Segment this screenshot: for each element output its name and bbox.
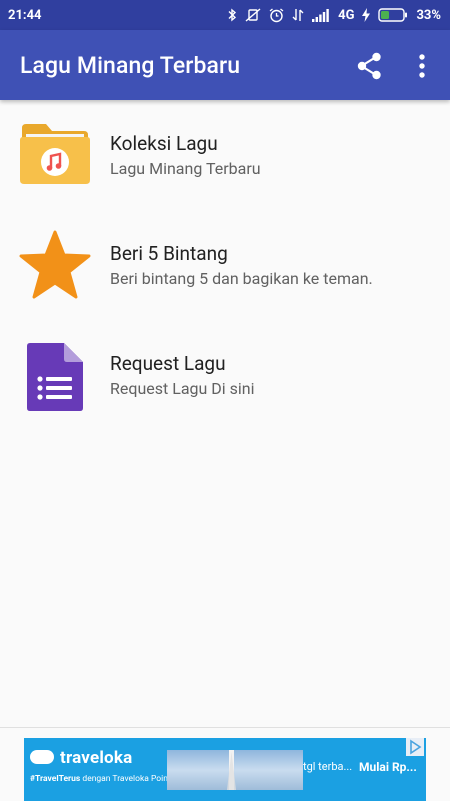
status-time: 21:44 <box>8 7 42 23</box>
menu-item-beri-5-bintang[interactable]: Beri 5 Bintang Beri bintang 5 dan bagika… <box>0 220 450 330</box>
ad-photo <box>167 750 303 790</box>
menu-item-koleksi-lagu[interactable]: Koleksi Lagu Lagu Minang Terbaru <box>0 110 450 220</box>
data-icon <box>292 9 304 21</box>
share-button[interactable] <box>355 51 385 81</box>
ad-tagline: #TravelTerus dengan Traveloka Poin <box>30 774 168 784</box>
app-bar: Lagu Minang Terbaru <box>0 30 450 100</box>
network-type: 4G <box>338 7 355 23</box>
ad-cta[interactable]: Mulai Rp... <box>359 760 417 774</box>
status-bar: 21:44 4G 33% <box>0 0 450 30</box>
ad-tagline-rest: dengan Traveloka Poin <box>80 774 168 784</box>
item-title: Request Lagu <box>110 352 226 375</box>
star-icon <box>18 228 92 302</box>
ad-creative[interactable]: traveloka #TravelTerus dengan Traveloka … <box>24 738 426 801</box>
signal-icon <box>312 8 329 22</box>
item-title: Koleksi Lagu <box>110 132 218 155</box>
item-subtitle: Beri bintang 5 dan bagikan ke teman. <box>110 269 373 288</box>
battery-icon <box>378 8 408 22</box>
form-icon <box>18 338 92 412</box>
item-subtitle: Lagu Minang Terbaru <box>110 159 261 178</box>
ad-middle-text: tgl terba... <box>303 760 353 773</box>
ad-logo-block: traveloka #TravelTerus dengan Traveloka … <box>24 738 174 801</box>
item-title: Beri 5 Bintang <box>110 242 228 265</box>
more-vert-icon <box>419 54 425 78</box>
battery-percent: 33% <box>416 7 441 23</box>
status-icons: 4G 33% <box>227 8 441 23</box>
charging-icon <box>362 8 371 22</box>
traveloka-badge-icon <box>30 750 54 764</box>
vibrate-icon <box>245 8 261 22</box>
ad-choices-icon[interactable] <box>406 738 424 756</box>
app-title: Lagu Minang Terbaru <box>20 51 241 79</box>
alarm-icon <box>269 7 284 22</box>
more-options-button[interactable] <box>410 51 434 81</box>
share-icon <box>357 52 381 80</box>
music-folder-icon <box>18 122 92 196</box>
menu-item-request-lagu[interactable]: Request Lagu Request Lagu Di sini <box>0 330 450 440</box>
ad-brand: traveloka <box>60 748 133 768</box>
bluetooth-icon <box>228 8 237 22</box>
ad-banner: traveloka #TravelTerus dengan Traveloka … <box>0 727 450 801</box>
item-subtitle: Request Lagu Di sini <box>110 379 255 398</box>
ad-tagline-bold: #TravelTerus <box>30 774 81 784</box>
